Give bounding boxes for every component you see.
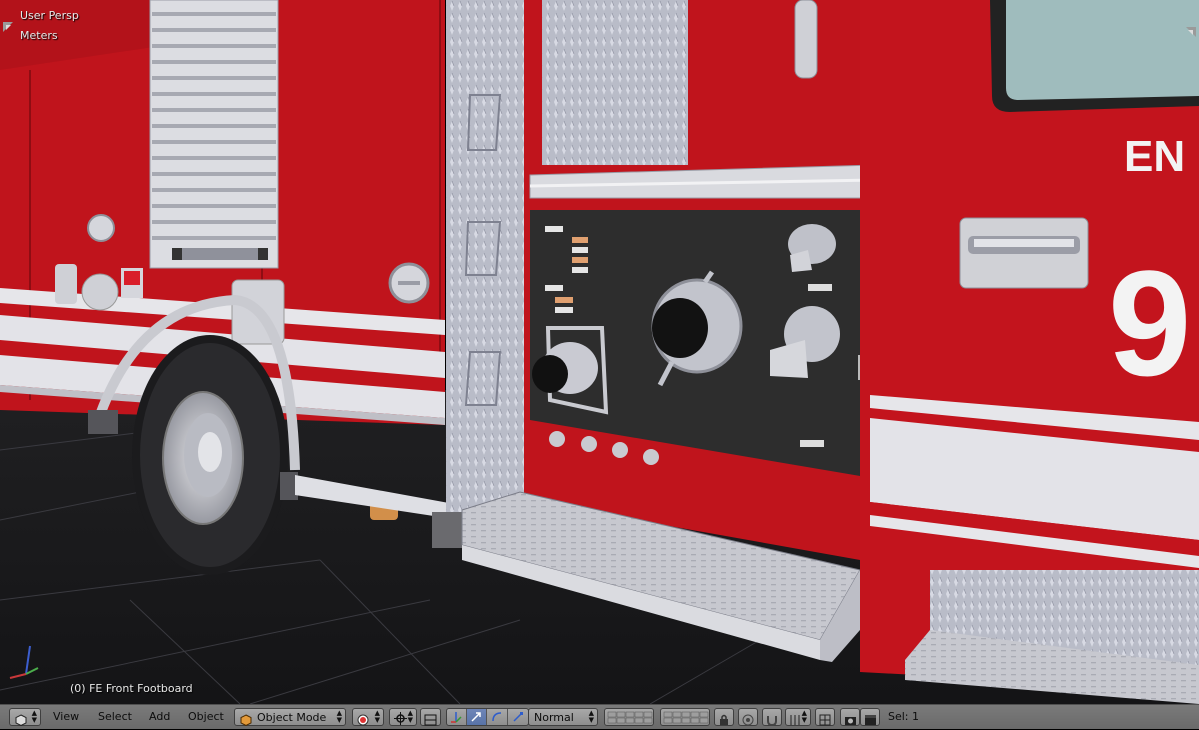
3d-view-header: ▲ ▼ View Select Add Object Object Mode ▲ ▼… xyxy=(0,704,1199,729)
transform-orientation-dropdown[interactable]: Normal ▲ ▼ xyxy=(528,708,598,726)
selected-object-label: (0) FE Front Footboard xyxy=(70,682,193,695)
pivot-point-dropdown[interactable]: ▲ ▼ xyxy=(389,708,417,726)
fire-truck-scene xyxy=(0,0,1199,704)
chevron-updown-icon: ▲ ▼ xyxy=(31,709,37,724)
transform-manipulator-toggle[interactable] xyxy=(447,709,467,725)
chevron-updown-icon: ▲ ▼ xyxy=(407,709,413,724)
layer-lock-button[interactable] xyxy=(714,708,734,726)
menu-select[interactable]: Select xyxy=(98,710,132,723)
snap-increment-icon xyxy=(789,711,801,730)
selection-info: Sel: 1 xyxy=(888,710,920,723)
3d-view-cube-icon xyxy=(15,711,27,730)
render-animation-button[interactable] xyxy=(860,708,880,726)
proportional-edit-icon xyxy=(742,711,754,730)
viewport-shading-dropdown[interactable]: ▲ ▼ xyxy=(352,708,384,726)
chevron-updown-icon: ▲ ▼ xyxy=(336,709,342,724)
transform-manipulator-icon xyxy=(450,708,462,727)
viewport-shading-icon xyxy=(357,711,369,730)
viewport-corner-icon[interactable] xyxy=(3,17,13,32)
snap-magnet-icon xyxy=(766,711,778,730)
mode-dropdown[interactable]: Object Mode ▲ ▼ xyxy=(234,708,346,727)
front-tire xyxy=(132,335,288,575)
proportional-edit-button[interactable] xyxy=(738,708,758,726)
align-icon xyxy=(424,711,437,730)
snap-element-dropdown[interactable]: ▲ ▼ xyxy=(785,708,811,726)
units-label: Meters xyxy=(20,29,58,42)
translate-arrow-icon xyxy=(470,708,482,727)
snap-target-button[interactable] xyxy=(815,708,835,726)
editor-type-button[interactable]: ▲ ▼ xyxy=(9,708,41,727)
truck-number: 9 xyxy=(1108,239,1192,407)
menu-object[interactable]: Object xyxy=(188,710,224,723)
truck-lettering: EN xyxy=(1124,132,1186,181)
translate-toggle[interactable] xyxy=(466,708,488,727)
layer-grid-icon xyxy=(607,710,653,729)
lock-icon xyxy=(718,711,730,730)
chevron-updown-icon: ▲ ▼ xyxy=(588,709,594,724)
pivot-align-button[interactable] xyxy=(420,708,441,726)
view-name-label: User Persp xyxy=(20,9,79,22)
layer-grid-right[interactable] xyxy=(660,708,710,726)
object-mode-cube-icon xyxy=(240,711,252,730)
render-clapper-icon xyxy=(864,711,877,730)
layer-grid-left[interactable] xyxy=(604,708,654,726)
3d-viewport[interactable]: EN 9 User Persp Meters (0) FE Front Foot… xyxy=(0,0,1199,704)
diamond-plate-pillar xyxy=(446,0,524,512)
menu-view[interactable]: View xyxy=(53,710,79,723)
rotate-arc-icon xyxy=(491,708,503,727)
viewport-corner-icon[interactable] xyxy=(1186,22,1196,37)
scale-icon xyxy=(512,708,524,727)
grid-target-icon xyxy=(819,711,831,730)
menu-add[interactable]: Add xyxy=(149,710,170,723)
mode-label: Object Mode xyxy=(257,711,327,724)
scale-toggle[interactable] xyxy=(508,709,528,725)
pivot-point-icon xyxy=(394,710,407,729)
render-still-button[interactable] xyxy=(840,708,860,726)
rollup-compartment-door xyxy=(149,0,279,269)
chevron-updown-icon: ▲ ▼ xyxy=(801,709,807,724)
chevron-updown-icon: ▲ ▼ xyxy=(374,709,380,724)
rotate-toggle[interactable] xyxy=(487,709,508,725)
layer-grid-icon xyxy=(663,710,709,729)
render-camera-icon xyxy=(844,711,857,730)
manipulator-group xyxy=(446,708,529,726)
snap-toggle[interactable] xyxy=(762,708,782,727)
transform-orientation-label: Normal xyxy=(534,711,574,724)
